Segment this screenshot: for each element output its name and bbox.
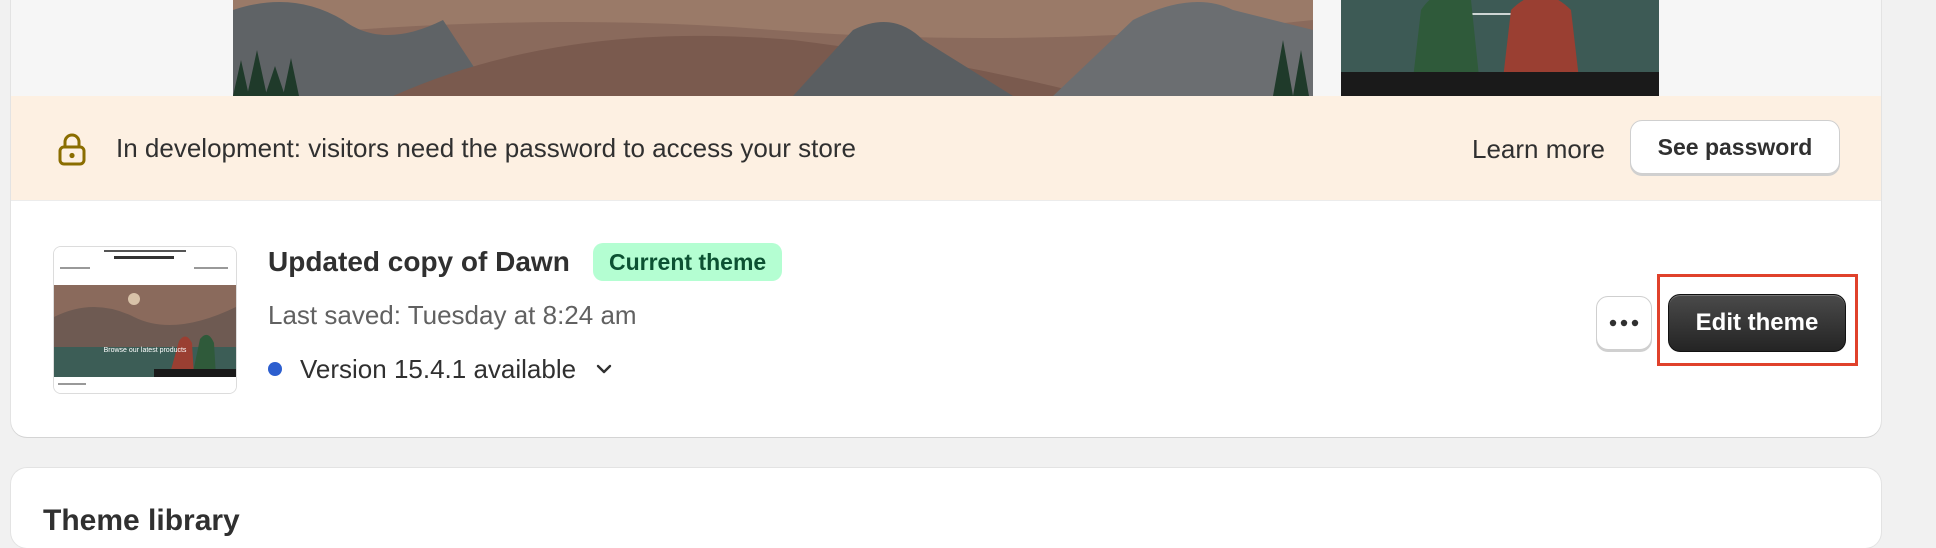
- thumbnail-image: Browse our latest products: [54, 247, 236, 393]
- last-saved-text: Last saved: Tuesday at 8:24 am: [268, 300, 637, 330]
- current-theme-card: In development: visitors need the passwo…: [11, 0, 1881, 437]
- more-actions-button[interactable]: [1596, 296, 1652, 350]
- theme-details-row: Browse our latest products Updated copy …: [11, 200, 1881, 437]
- current-theme-badge: Current theme: [593, 243, 783, 281]
- version-text: Version 15.4.1 available: [300, 354, 577, 384]
- learn-more-link[interactable]: Learn more: [1472, 132, 1605, 166]
- thumbnail-caption: Browse our latest products: [104, 347, 187, 354]
- version-toggle[interactable]: Version 15.4.1 available: [268, 352, 614, 386]
- chevron-down-icon: [596, 364, 612, 374]
- mobile-preview-image: [1341, 0, 1659, 96]
- theme-library-title: Theme library: [43, 504, 240, 537]
- edit-theme-button[interactable]: Edit theme: [1668, 294, 1846, 352]
- banner-message: In development: visitors need the passwo…: [116, 133, 856, 163]
- lock-icon: [58, 133, 86, 166]
- theme-library-card: Theme library: [11, 468, 1881, 548]
- ellipsis-icon: [1609, 319, 1639, 327]
- desktop-preview-image: [233, 0, 1313, 96]
- see-password-button[interactable]: See password: [1630, 120, 1840, 174]
- theme-preview-area: [11, 0, 1881, 96]
- theme-name: Updated copy of Dawn: [268, 246, 570, 277]
- version-status-dot: [268, 362, 282, 376]
- theme-thumbnail[interactable]: Browse our latest products: [53, 246, 237, 394]
- development-banner: In development: visitors need the passwo…: [11, 96, 1881, 201]
